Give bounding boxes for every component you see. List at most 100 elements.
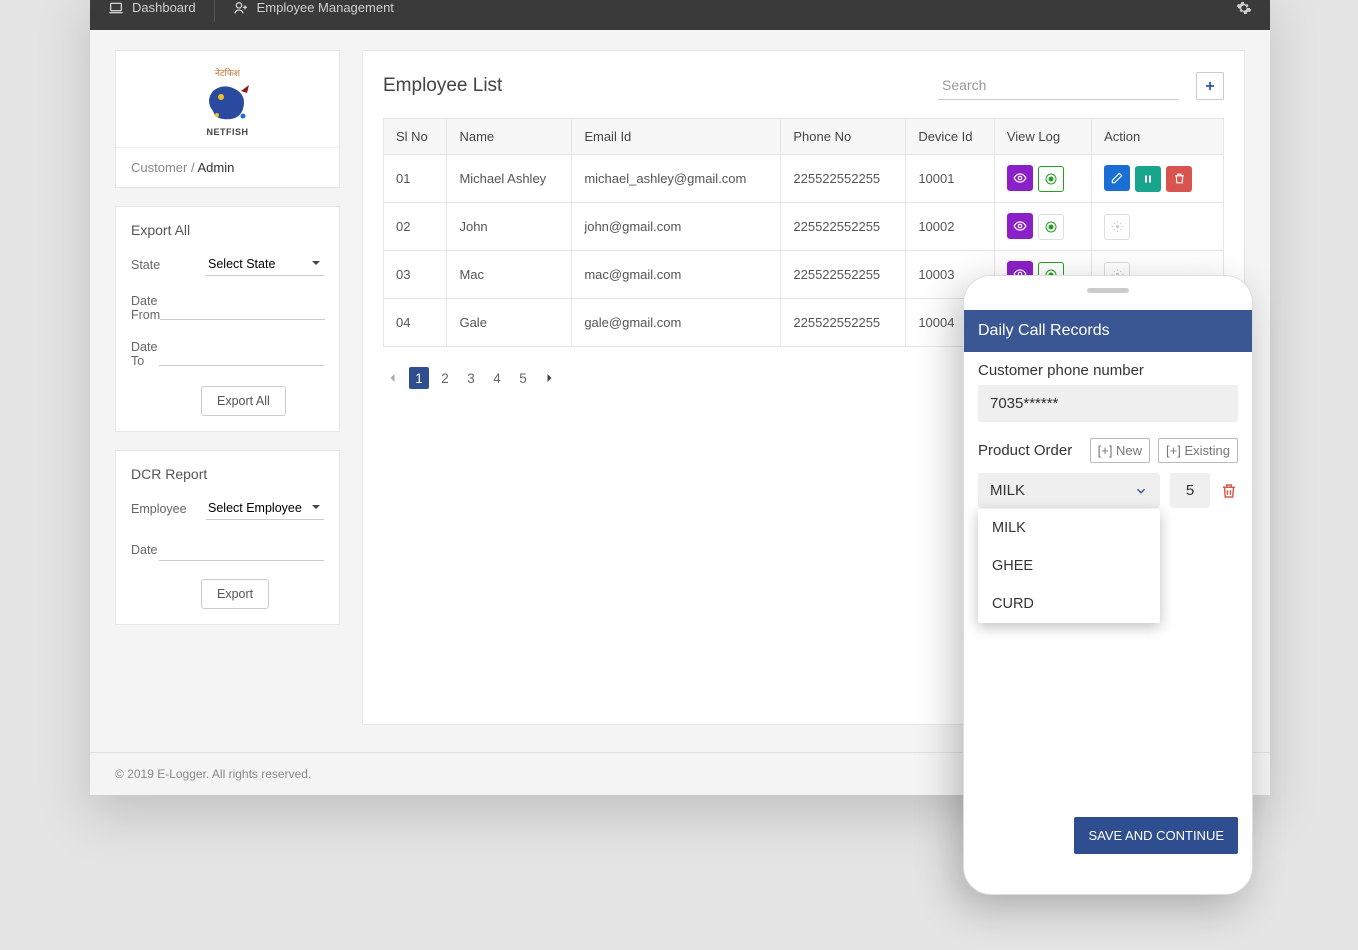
cell-email: michael_ashley@gmail.com — [572, 155, 781, 203]
page-5[interactable]: 5 — [513, 367, 533, 389]
dateto-input[interactable] — [159, 343, 324, 366]
laptop-icon — [108, 0, 124, 16]
cell-name: Mac — [447, 251, 572, 299]
new-order-button[interactable]: [+] New — [1090, 438, 1150, 463]
cell-email: mac@gmail.com — [572, 251, 781, 299]
logo-icon — [203, 81, 253, 123]
nav-employee-management[interactable]: Employee Management — [215, 0, 412, 30]
sidebar: नेटफिश NETFISH Customer / Admin Export A… — [115, 50, 340, 725]
dcr-date-label: Date — [131, 543, 159, 557]
employee-label: Employee — [131, 502, 206, 516]
dcr-date-input[interactable] — [159, 538, 324, 561]
phone-notch — [964, 276, 1252, 310]
breadcrumb-root[interactable]: Customer — [131, 160, 187, 175]
cell-phone: 225522552255 — [781, 203, 906, 251]
col-header: Device Id — [906, 119, 995, 155]
page-4[interactable]: 4 — [487, 367, 507, 389]
col-header: Name — [447, 119, 572, 155]
col-header: Email Id — [572, 119, 781, 155]
cell-sl: 03 — [384, 251, 447, 299]
breadcrumb: Customer / Admin — [116, 147, 339, 187]
cust-phone-label: Customer phone number — [978, 362, 1238, 379]
option-ghee[interactable]: GHEE — [978, 547, 1160, 585]
col-header: Action — [1092, 119, 1224, 155]
page-prev[interactable] — [383, 372, 403, 384]
employee-select[interactable]: Select Employee — [206, 497, 324, 520]
pause-button[interactable] — [1135, 166, 1161, 192]
status-dot-button[interactable] — [1038, 166, 1064, 192]
cell-device: 10002 — [906, 203, 995, 251]
user-plus-icon — [233, 0, 249, 16]
product-order-label: Product Order — [978, 442, 1082, 459]
page-3[interactable]: 3 — [461, 367, 481, 389]
product-selected: MILK — [990, 482, 1025, 499]
datefrom-label: Date From — [131, 294, 160, 322]
cell-viewlog — [994, 203, 1091, 251]
status-dot-button[interactable] — [1038, 214, 1064, 240]
dateto-label: Date To — [131, 340, 159, 368]
cell-sl: 04 — [384, 299, 447, 347]
plus-icon — [1203, 79, 1217, 93]
cell-email: gale@gmail.com — [572, 299, 781, 347]
cell-device: 10001 — [906, 155, 995, 203]
logo-name: NETFISH — [131, 127, 324, 137]
export-title: Export All — [131, 222, 324, 238]
save-continue-button[interactable]: SAVE AND CONTINUE — [1074, 817, 1238, 854]
breadcrumb-current: Admin — [198, 160, 235, 175]
option-curd[interactable]: CURD — [978, 585, 1160, 623]
view-button[interactable] — [1007, 165, 1033, 191]
cell-phone: 225522552255 — [781, 155, 906, 203]
nav-dashboard[interactable]: Dashboard — [108, 0, 214, 30]
state-select[interactable]: Select State — [206, 253, 324, 276]
page-2[interactable]: 2 — [435, 367, 455, 389]
dcr-title: DCR Report — [131, 466, 324, 482]
datefrom-input[interactable] — [160, 297, 325, 320]
add-button[interactable] — [1196, 72, 1224, 100]
view-button[interactable] — [1007, 213, 1033, 239]
page-1[interactable]: 1 — [409, 367, 429, 389]
logo-card: नेटफिश NETFISH Customer / Admin — [115, 50, 340, 188]
cust-phone-input[interactable]: 7035****** — [978, 385, 1238, 422]
trash-icon[interactable] — [1220, 482, 1238, 500]
table-row: 02Johnjohn@gmail.com22552255225510002 — [384, 203, 1224, 251]
cell-sl: 02 — [384, 203, 447, 251]
dcr-report-panel: DCR Report Employee Select Employee Date… — [115, 450, 340, 625]
cell-name: Michael Ashley — [447, 155, 572, 203]
action-disabled-button — [1104, 214, 1130, 240]
col-header: View Log — [994, 119, 1091, 155]
cell-name: Gale — [447, 299, 572, 347]
qty-input[interactable]: 5 — [1170, 473, 1210, 508]
option-milk[interactable]: MILK — [978, 509, 1160, 547]
cell-email: john@gmail.com — [572, 203, 781, 251]
product-dropdown: MILKGHEECURD — [978, 509, 1160, 623]
nav-dashboard-label: Dashboard — [132, 0, 196, 15]
cell-phone: 225522552255 — [781, 299, 906, 347]
nav-empmgmt-label: Employee Management — [257, 0, 394, 15]
phone-mock: Daily Call Records Customer phone number… — [963, 275, 1253, 895]
topbar: Dashboard Employee Management — [90, 0, 1270, 30]
col-header: Sl No — [384, 119, 447, 155]
phone-header: Daily Call Records — [964, 310, 1252, 352]
cell-viewlog — [994, 155, 1091, 203]
export-all-button[interactable]: Export All — [201, 386, 286, 416]
cell-name: John — [447, 203, 572, 251]
page-next[interactable] — [539, 372, 559, 384]
table-row: 01Michael Ashleymichael_ashley@gmail.com… — [384, 155, 1224, 203]
existing-order-button[interactable]: [+] Existing — [1158, 438, 1238, 463]
gear-icon[interactable] — [1236, 0, 1252, 16]
state-label: State — [131, 258, 206, 272]
logo-tagline: नेटफिश — [131, 66, 324, 79]
edit-button[interactable] — [1104, 165, 1130, 191]
cell-action — [1092, 203, 1224, 251]
search-input[interactable] — [938, 71, 1178, 100]
chevron-down-icon — [1134, 484, 1148, 498]
delete-button[interactable] — [1166, 166, 1192, 192]
product-select[interactable]: MILK MILKGHEECURD — [978, 473, 1160, 508]
cell-phone: 225522552255 — [781, 251, 906, 299]
page-title: Employee List — [383, 75, 502, 97]
cell-sl: 01 — [384, 155, 447, 203]
export-button[interactable]: Export — [201, 579, 269, 609]
col-header: Phone No — [781, 119, 906, 155]
export-all-panel: Export All State Select State Date From … — [115, 206, 340, 432]
cell-action — [1092, 155, 1224, 203]
